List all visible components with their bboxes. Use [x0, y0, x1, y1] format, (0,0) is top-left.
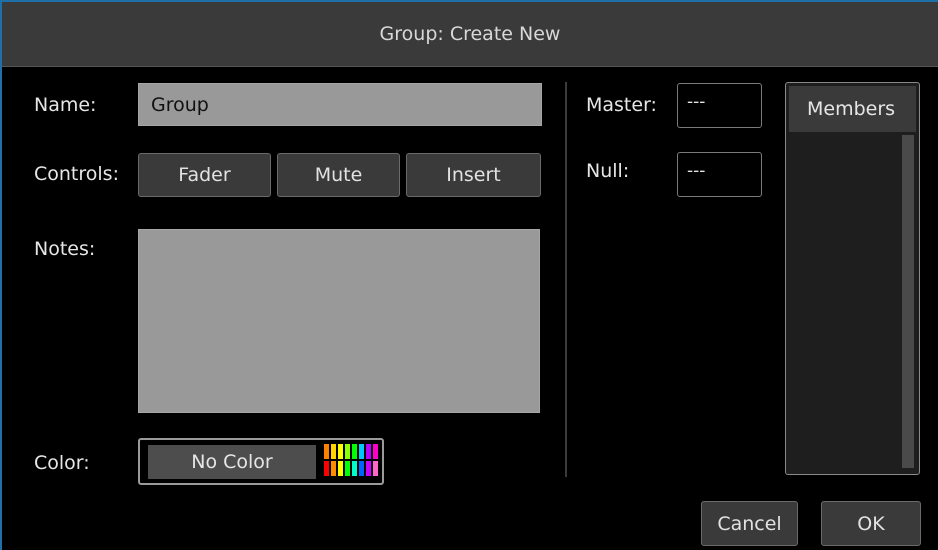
color-swatch[interactable] [352, 444, 357, 459]
mute-button[interactable]: Mute [277, 153, 400, 197]
title-bar: Group: Create New [2, 2, 938, 67]
group-create-dialog: Group: Create New Name: Group Controls: … [0, 0, 938, 550]
ok-button[interactable]: OK [821, 501, 921, 546]
master-selector[interactable]: --- [677, 83, 762, 128]
color-swatch[interactable] [366, 444, 371, 459]
color-swatch[interactable] [359, 461, 364, 476]
null-value: --- [687, 161, 706, 181]
color-swatch[interactable] [338, 461, 343, 476]
master-label: Master: [586, 94, 657, 116]
color-palette-icon[interactable] [324, 444, 380, 480]
color-swatch[interactable] [373, 461, 378, 476]
color-swatch[interactable] [338, 444, 343, 459]
color-swatch[interactable] [373, 444, 378, 459]
notes-label: Notes: [34, 238, 96, 260]
name-label: Name: [34, 94, 97, 116]
name-input[interactable]: Group [138, 83, 542, 126]
no-color-button[interactable]: No Color [148, 445, 316, 479]
color-label: Color: [34, 452, 90, 474]
dialog-title: Group: Create New [379, 23, 561, 45]
members-scrollbar[interactable] [902, 135, 914, 468]
members-list[interactable]: Members [785, 82, 920, 475]
color-swatch[interactable] [345, 461, 350, 476]
color-swatch[interactable] [366, 461, 371, 476]
color-swatch[interactable] [324, 461, 329, 476]
members-header: Members [789, 86, 916, 132]
color-selector: No Color [138, 438, 384, 485]
insert-button[interactable]: Insert [406, 153, 541, 197]
color-swatch[interactable] [331, 461, 336, 476]
name-input-value: Group [151, 94, 209, 116]
cancel-button[interactable]: Cancel [701, 501, 798, 546]
color-swatch[interactable] [345, 444, 350, 459]
section-divider [565, 82, 567, 477]
notes-textarea[interactable] [138, 229, 540, 413]
color-swatch[interactable] [359, 444, 364, 459]
master-value: --- [687, 92, 706, 112]
fader-button[interactable]: Fader [138, 153, 271, 197]
color-swatch[interactable] [324, 444, 329, 459]
null-selector[interactable]: --- [677, 152, 762, 197]
color-swatch[interactable] [352, 461, 357, 476]
null-label: Null: [586, 160, 630, 182]
controls-label: Controls: [34, 163, 119, 185]
color-swatch[interactable] [331, 444, 336, 459]
